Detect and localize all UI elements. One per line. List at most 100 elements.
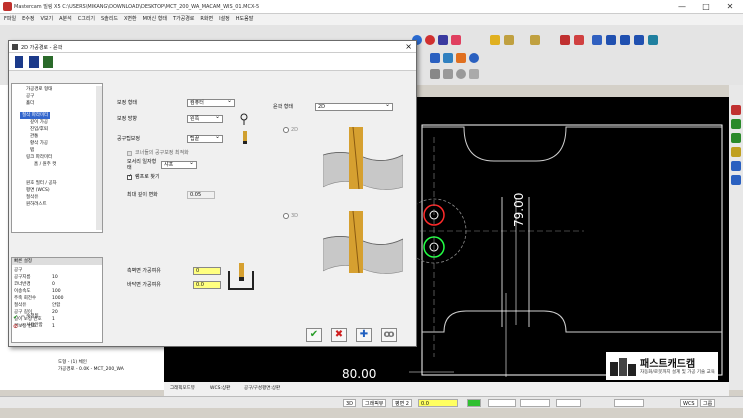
status-3d[interactable]: 3D <box>343 399 357 407</box>
menu-settings[interactable]: I설정 <box>219 14 230 25</box>
minimize-button[interactable]: — <box>673 2 691 12</box>
toolbar-view-icon[interactable] <box>469 53 479 63</box>
help-button[interactable]: ✚ <box>356 328 372 342</box>
legend-disabled: = 사용안함 <box>21 323 43 328</box>
menu-solids[interactable]: S솔리드 <box>101 14 118 25</box>
menu-toolpaths[interactable]: T가공경로 <box>173 14 194 25</box>
right-tool-cube-icon[interactable] <box>731 119 741 129</box>
right-tool-move-icon[interactable] <box>731 161 741 171</box>
comp-type-select[interactable]: 컴퓨터 <box>187 98 235 107</box>
toolbar-eraser-icon[interactable] <box>451 35 461 45</box>
toolbar-solid-icon[interactable] <box>438 35 448 45</box>
tip-comp-icon <box>243 131 247 144</box>
corner-style-select[interactable]: 샤프 <box>161 160 197 169</box>
status-attributes[interactable] <box>520 399 550 407</box>
close-button[interactable]: ✕ <box>721 2 739 12</box>
menu-machine-type[interactable]: M머신 형태 <box>143 14 167 25</box>
tree-item-cut-params[interactable]: 절삭 파라미터 <box>20 112 51 119</box>
tool-filter-icon[interactable] <box>15 56 23 68</box>
toolbar-gear-icon[interactable] <box>443 69 453 79</box>
tree-item-holder[interactable]: 홀더 <box>26 100 34 107</box>
tree-item-depth-cuts[interactable]: 깊이 가공 <box>30 119 48 126</box>
status-groups[interactable]: 그룹 <box>700 399 716 407</box>
infinite-look-ahead-label: 램프로 찾기 <box>135 174 160 180</box>
status-color[interactable] <box>467 399 481 407</box>
menu-xform[interactable]: X변환 <box>124 14 137 25</box>
dialog-icon <box>12 44 18 50</box>
toolbar-stop-icon[interactable] <box>456 69 466 79</box>
right-tool-edit-icon[interactable] <box>731 147 741 157</box>
status-plane[interactable]: 평면 2 <box>392 399 412 407</box>
contour-type-select[interactable]: 2D <box>315 102 393 111</box>
toolbar-globe-icon[interactable] <box>430 53 440 63</box>
ok-button[interactable]: ✔ <box>306 328 322 342</box>
menu-create[interactable]: C그리기 <box>78 14 95 25</box>
toolbar-pencil-icon[interactable] <box>490 35 500 45</box>
menu-file[interactable]: F파일 <box>4 14 16 25</box>
op-geometry[interactable]: 도형 - (1) 체인 <box>58 359 87 365</box>
maximize-button[interactable]: □ <box>697 2 715 12</box>
disabled-icon: ⊘ <box>13 323 19 330</box>
tree-item-break-through[interactable]: 관통 <box>30 133 38 140</box>
toolbar-cube-icon[interactable] <box>456 53 466 63</box>
infinite-look-ahead-checkbox[interactable]: ✓ <box>127 173 132 180</box>
wall-stock-input[interactable]: 0 <box>193 267 221 275</box>
tree-item-lead-in-out[interactable]: 진입/후퇴 <box>30 126 48 133</box>
tool-holder-icon[interactable] <box>43 56 53 68</box>
menu-edit[interactable]: E수정 <box>22 14 34 25</box>
status-line-width[interactable] <box>614 399 644 407</box>
op-toolpath[interactable]: 가공경로 - 0.0K - MCT_200_WA <box>58 366 124 372</box>
status-level[interactable] <box>488 399 516 407</box>
toolbar-layers-icon[interactable] <box>648 35 658 45</box>
tool-library-icon[interactable] <box>29 56 39 68</box>
tree-item-roughing[interactable]: 황삭 가공 <box>30 140 48 147</box>
right-tool-surface-icon[interactable] <box>731 133 741 143</box>
toolbar-check-icon[interactable] <box>560 35 570 45</box>
tree-item-linking-params[interactable]: 링크 파라미터 <box>26 154 52 161</box>
status-line-style[interactable] <box>556 399 581 407</box>
brand-title: 패스트캐드캠 <box>640 359 696 370</box>
toolbar-edit-icon[interactable] <box>504 35 514 45</box>
dialog-close-button[interactable]: × <box>405 42 412 52</box>
menu-analyze[interactable]: A분석 <box>59 14 72 25</box>
comp-dir-select[interactable]: 왼쪽 <box>187 114 223 123</box>
max-depth-variance-input[interactable]: 0.05 <box>187 191 215 199</box>
toolbar-cycle-icon[interactable] <box>469 69 479 79</box>
floor-stock-input[interactable]: 0.0 <box>193 281 221 289</box>
toolbar-trim-icon[interactable] <box>530 35 540 45</box>
radio-3d[interactable] <box>283 213 289 219</box>
menu-help[interactable]: H도움말 <box>236 14 254 25</box>
tree-item-tool[interactable]: 공구 <box>26 93 34 100</box>
dimension-vertical: 79.00 <box>512 192 526 227</box>
quick-row: 코너반경 0 <box>14 282 55 287</box>
status-z-depth[interactable]: 0.0 <box>418 399 458 407</box>
contour-toolpath-dialog: 2D 가공경로 - 윤곽 × 가공경로 형태 공구 홀더 절삭 파라미터 깊이 … <box>8 40 417 347</box>
tree-scrollbar[interactable] <box>96 86 102 230</box>
tree-item-tabs[interactable]: 탭 <box>30 147 34 154</box>
tree-item-arc-filter[interactable]: 원호 필터 / 공차 <box>26 180 57 187</box>
tip-comp-select[interactable]: 팁끝 <box>187 134 223 143</box>
tree-item-toolpath-type[interactable]: 가공경로 형태 <box>26 86 52 93</box>
tree-item-coolant[interactable]: 절삭유 <box>26 194 38 201</box>
options-button[interactable]: ꝏ <box>381 328 397 342</box>
menu-view[interactable]: V보기 <box>40 14 53 25</box>
roll-cutter-checkbox[interactable] <box>127 151 132 156</box>
toolbar-zoom-icon[interactable] <box>430 69 440 79</box>
status-graphics-view[interactable]: 그래픽뷰 <box>362 399 387 407</box>
tree-item-home-ref[interactable]: 홈 / 원주 컷 <box>34 161 56 168</box>
menu-screen[interactable]: R화면 <box>200 14 213 25</box>
tree-item-planes[interactable]: 평면 (WCS) <box>26 187 50 194</box>
toolbar-scale-icon[interactable] <box>620 35 630 45</box>
tree-item-misc[interactable]: 원하려스트 <box>26 201 47 208</box>
cancel-button[interactable]: ✖ <box>331 328 347 342</box>
toolbar-mirror-icon[interactable] <box>592 35 602 45</box>
toolbar-sum-icon[interactable] <box>634 35 644 45</box>
toolbar-world-icon[interactable] <box>443 53 453 63</box>
right-tool-copy-icon[interactable] <box>731 175 741 185</box>
toolbar-flag-icon[interactable] <box>574 35 584 45</box>
status-wcs[interactable]: WCS <box>680 399 698 407</box>
toolbar-record-icon[interactable] <box>425 35 435 45</box>
radio-2d[interactable] <box>283 127 289 133</box>
right-tool-check-icon[interactable] <box>731 105 741 115</box>
toolbar-array-icon[interactable] <box>606 35 616 45</box>
